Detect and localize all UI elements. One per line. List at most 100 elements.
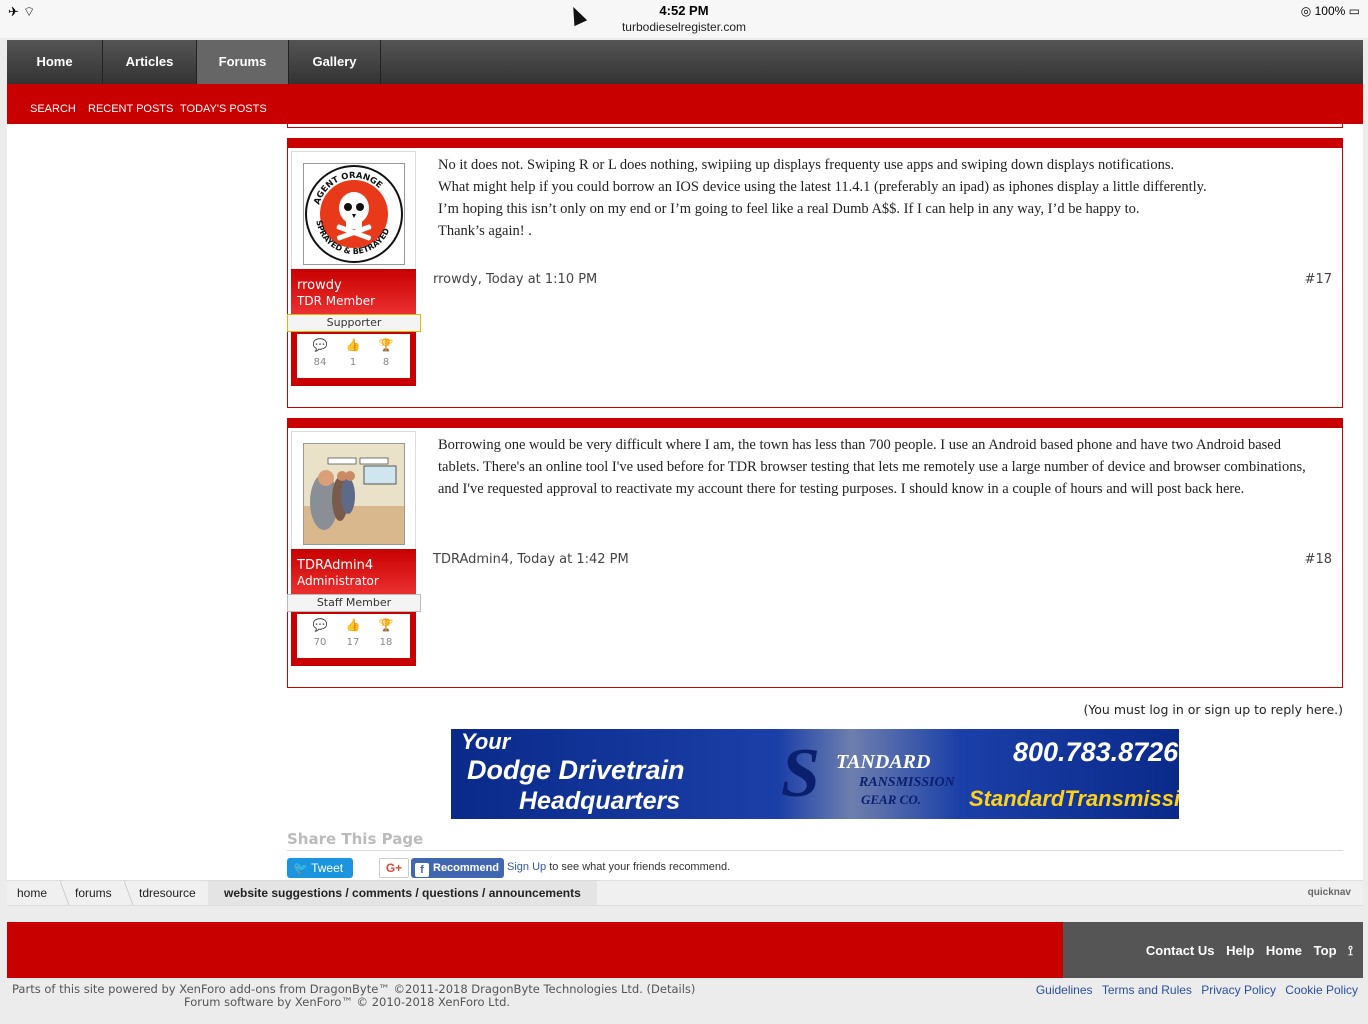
subnav-todays-posts[interactable]: TODAY'S POSTS [180, 103, 267, 115]
avatar[interactable]: AGENT ORANGE SPRAYED & BETRAYED [303, 163, 405, 265]
post-17: AGENT ORANGE SPRAYED & BETRAYED rrowdy T… [287, 138, 1343, 408]
legal-cookie[interactable]: Cookie Policy [1285, 983, 1358, 997]
user-stats: 💬 84 👍 1 🏆 8 [297, 334, 410, 378]
stat-trophies-value: 18 [379, 637, 393, 648]
message-text: Borrowing one would be very difficult wh… [438, 434, 1338, 500]
message-line: Thank’s again! . [438, 223, 532, 239]
user-title: TDR Member [297, 294, 376, 308]
previous-post-edge [287, 124, 1343, 128]
tab-forums[interactable]: Forums [197, 40, 289, 84]
footer-links: Contact Us Help Home Top ⟟ [1138, 943, 1353, 959]
stat-likes-value: 1 [349, 357, 357, 368]
subnav-recent-posts[interactable]: RECENT POSTS [88, 103, 173, 115]
banner-url: StandardTransmission.com [969, 786, 1179, 811]
legal-terms[interactable]: Terms and Rules [1102, 983, 1192, 997]
status-time: 4:52 PM [659, 3, 709, 18]
stat-trophies[interactable]: 🏆 8 [371, 338, 401, 368]
tab-home[interactable]: Home [7, 40, 103, 84]
quicknav-button[interactable]: quicknav [1308, 887, 1351, 898]
copyright-line2[interactable]: Forum software by XenForo™ © 2010-2018 X… [184, 996, 695, 1009]
user-red-panel [291, 269, 416, 317]
user-badge: Staff Member [287, 594, 421, 612]
message-line: I’m hoping this isn’t only on my end or … [438, 201, 1140, 217]
stat-messages-value: 84 [313, 357, 327, 368]
crumb-tdresource[interactable]: tdresource [139, 881, 196, 905]
rss-icon[interactable]: ⟟ [1348, 943, 1353, 958]
crumb-forums[interactable]: forums [75, 881, 112, 905]
battery-icon: ▭ [1348, 4, 1360, 18]
footer-help[interactable]: Help [1226, 943, 1254, 958]
crumb-home[interactable]: home [17, 881, 47, 905]
user-stats: 💬 70 👍 17 🏆 18 [297, 614, 410, 658]
username[interactable]: rrowdy [297, 278, 342, 293]
facebook-recommend-button[interactable]: f Recommend [411, 858, 504, 878]
avatar-frame [291, 431, 416, 556]
footer-bar: Contact Us Help Home Top ⟟ [7, 922, 1363, 978]
sub-nav: SEARCH RECENT POSTS TODAY'S POSTS [7, 84, 1363, 124]
login-note[interactable]: (You must log in or sign up to reply her… [1083, 702, 1343, 717]
legal-guidelines[interactable]: Guidelines [1036, 983, 1093, 997]
crumb-current[interactable]: website suggestions / comments / questio… [208, 881, 597, 905]
stat-likes[interactable]: 👍 17 [338, 618, 368, 648]
recommend-label: Recommend [433, 862, 500, 874]
comments-icon: 💬 [312, 338, 328, 352]
legal-privacy[interactable]: Privacy Policy [1201, 983, 1276, 997]
user-stats-panel: 💬 70 👍 17 🏆 18 [291, 612, 416, 666]
twitter-bird-icon: 🐦 [293, 861, 308, 875]
rotation-lock-icon: ◎ [1300, 4, 1312, 18]
footer-links-panel: Contact Us Help Home Top ⟟ [1063, 922, 1363, 978]
tweet-label: Tweet [311, 861, 344, 875]
avatar-frame: AGENT ORANGE SPRAYED & BETRAYED [291, 151, 416, 276]
post-18: TDRAdmin4 Administrator Staff Member 💬 7… [287, 418, 1343, 688]
avatar[interactable] [303, 443, 405, 545]
facebook-signup-rest: to see what your friends recommend. [546, 861, 731, 873]
stat-messages[interactable]: 💬 84 [305, 338, 335, 368]
message-text: No it does not. Swiping R or L does noth… [438, 154, 1338, 242]
standard-logo-icon: S [781, 735, 820, 812]
user-title: Administrator [297, 574, 379, 588]
legal-links: Guidelines Terms and Rules Privacy Polic… [1030, 983, 1358, 997]
thumbs-up-icon: 👍 [345, 618, 361, 632]
stat-messages-value: 70 [313, 637, 327, 648]
address-url[interactable]: turbodieselregister.com [0, 20, 1368, 34]
banner-ad[interactable]: Your Dodge Drivetrain Headquarters S TAN… [451, 729, 1179, 819]
footer-home[interactable]: Home [1266, 943, 1302, 958]
username[interactable]: TDRAdmin4 [297, 558, 373, 573]
post-meta[interactable]: TDRAdmin4, Today at 1:42 PM [433, 552, 629, 567]
stat-likes[interactable]: 👍 1 [338, 338, 368, 368]
stat-messages[interactable]: 💬 70 [305, 618, 335, 648]
copyright-line1[interactable]: Parts of this site powered by XenForo ad… [12, 982, 695, 996]
message-line: What might help if you could borrow an I… [438, 179, 1207, 195]
banner-logo-standard: TANDARD [836, 751, 931, 773]
user-badge: Supporter [287, 314, 421, 332]
banner-phone: 800.783.8726 [1013, 737, 1179, 767]
divider [287, 850, 1343, 851]
footer-top[interactable]: Top [1314, 943, 1337, 958]
post-meta[interactable]: rrowdy, Today at 1:10 PM [433, 272, 597, 287]
content-area: AGENT ORANGE SPRAYED & BETRAYED rrowdy T… [7, 124, 1363, 880]
thumbs-up-icon: 👍 [345, 338, 361, 352]
tab-articles[interactable]: Articles [103, 40, 197, 84]
google-plus-button[interactable]: G+ [379, 858, 409, 878]
main-nav: Home Articles Forums Gallery [7, 40, 1363, 84]
banner-line3: Headquarters [519, 787, 681, 815]
stat-trophies[interactable]: 🏆 18 [371, 618, 401, 648]
copyright: Parts of this site powered by XenForo ad… [12, 983, 695, 1009]
post-permalink[interactable]: #17 [1305, 272, 1332, 287]
tab-gallery[interactable]: Gallery [289, 40, 381, 84]
user-stats-panel: 💬 84 👍 1 🏆 8 [291, 332, 416, 386]
share-title: Share This Page [287, 830, 424, 848]
banner-line2: Dodge Drivetrain [467, 755, 685, 785]
banner-logo-gear: GEAR CO. [861, 792, 921, 807]
message-line: Borrowing one would be very difficult wh… [438, 437, 1281, 453]
post-permalink[interactable]: #18 [1305, 552, 1332, 567]
tweet-button[interactable]: 🐦 Tweet [287, 858, 353, 878]
stat-trophies-value: 8 [382, 357, 390, 368]
footer-contact-us[interactable]: Contact Us [1146, 943, 1215, 958]
facebook-icon: f [415, 863, 429, 877]
subnav-search[interactable]: SEARCH [30, 103, 76, 115]
battery-indicator: ◎ 100% ▭ [1301, 4, 1360, 18]
battery-percent: 100% [1314, 4, 1346, 18]
facebook-signup-link[interactable]: Sign Up [507, 861, 546, 873]
facebook-signup-text: Sign Up to see what your friends recomme… [507, 861, 730, 873]
